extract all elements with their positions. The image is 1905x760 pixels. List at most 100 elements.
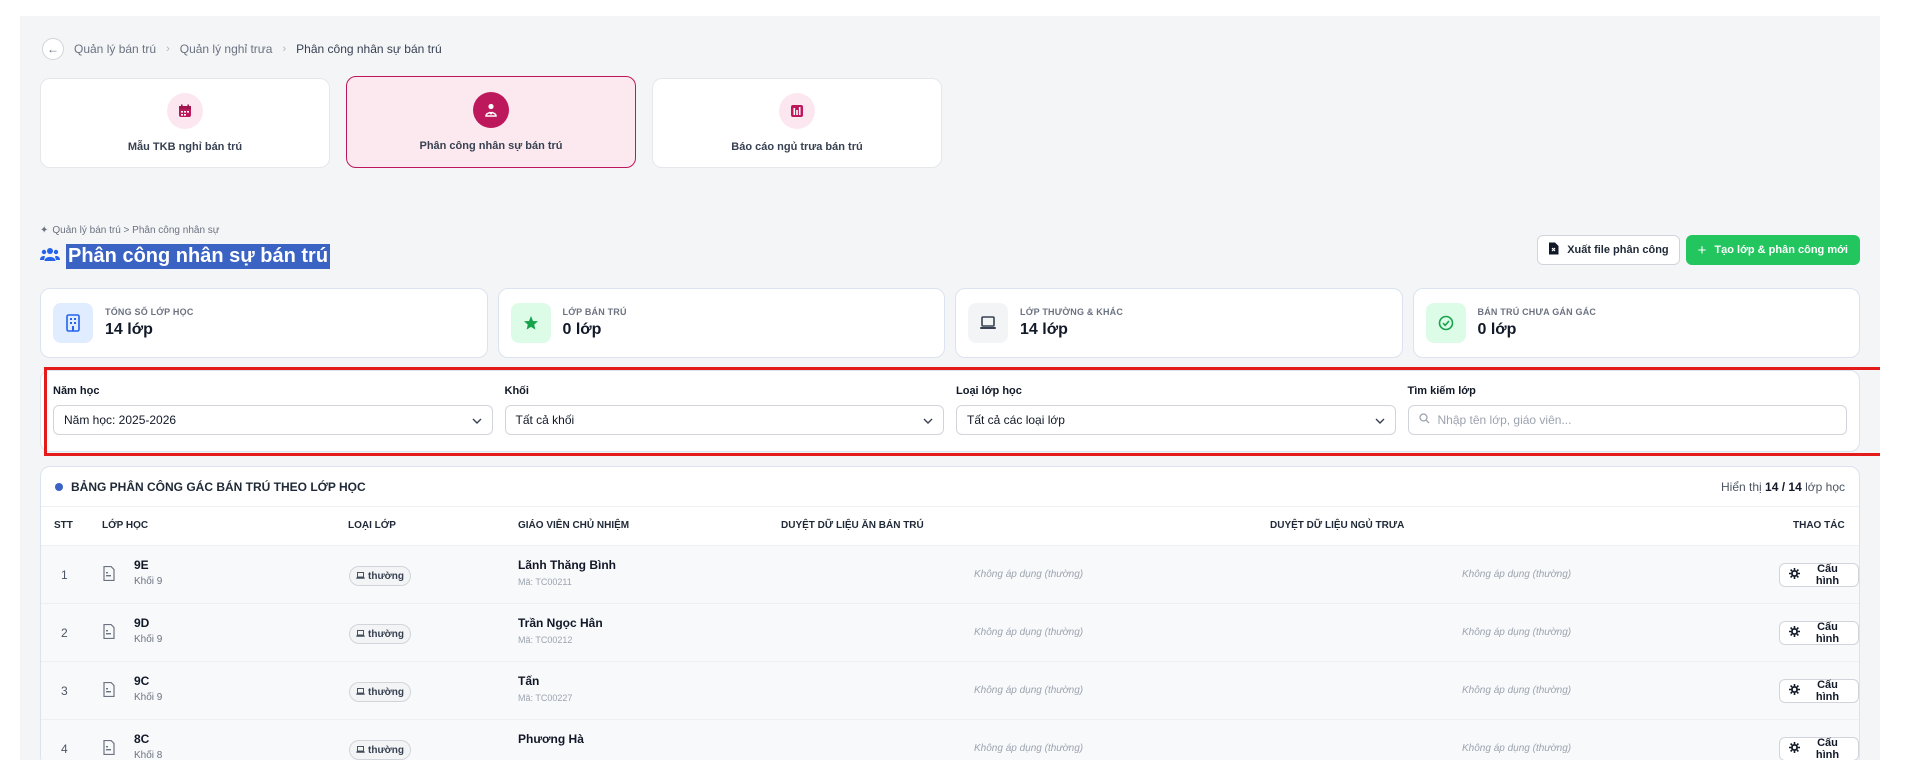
configure-label: Cấu hình (1815, 621, 1840, 645)
row-teacher: Phương Hà (518, 732, 584, 751)
class-type-text: thường (368, 628, 405, 640)
plus-icon: + (1697, 241, 1707, 259)
table-count: Hiển thị 14 / 14 lớp học (1721, 480, 1845, 494)
table-row: 3 9C Khối 9 thường Tấn Mã: TC00227 Không… (41, 661, 1859, 719)
classroom-icon (103, 565, 117, 582)
col-stt: STT (54, 520, 73, 531)
table-column-headers: STT LỚP HỌC LOẠI LỚP GIÁO VIÊN CHỦ NHIỆM… (41, 507, 1859, 545)
module-cards: Mẫu TKB nghỉ bán trú Phân công nhân sự b… (40, 76, 942, 168)
stat-card-regular: Lớp thường & khác 14 lớp (955, 288, 1403, 358)
classroom-icon (103, 623, 117, 640)
row-teacher: Tấn Mã: TC00227 (518, 674, 572, 703)
stat-label: Tổng số lớp học (105, 307, 194, 317)
create-assignment-button[interactable]: + Tạo lớp & phân công mới (1685, 235, 1860, 265)
configure-button[interactable]: Cấu hình (1779, 679, 1859, 703)
stat-value: 14 lớp (105, 321, 153, 338)
class-grade: Khối 9 (134, 634, 163, 645)
back-arrow-icon[interactable]: ← (42, 38, 64, 60)
row-class: 9C Khối 9 (134, 674, 162, 703)
users-icon (40, 246, 60, 267)
stat-value: 0 lớp (1477, 321, 1517, 338)
stats-row: Tổng số lớp học 14 lớp Lớp bán trú 0 lớp… (40, 288, 1860, 358)
teacher-name: Phương Hà (518, 732, 584, 746)
building-icon (53, 303, 93, 343)
stat-card-total: Tổng số lớp học 14 lớp (40, 288, 488, 358)
class-type-badge: thường (349, 682, 412, 702)
stat-label: Lớp bán trú (562, 307, 627, 317)
gear-icon (1789, 742, 1800, 756)
table-body: 1 9E Khối 9 thường Lãnh Thăng Bình Mã: T… (41, 545, 1859, 760)
row-stt: 2 (61, 626, 68, 640)
assignment-table: BẢNG PHÂN CÔNG GÁC BÁN TRÚ THEO LỚP HỌC … (40, 466, 1860, 760)
page-container: ← Quản lý bán trú › Quản lý nghỉ trưa › … (20, 16, 1880, 760)
sub-breadcrumb: ✦ Quản lý bán trú > Phân công nhân sự (40, 225, 219, 236)
configure-label: Cấu hình (1815, 737, 1840, 760)
count-shown: 14 (1765, 479, 1779, 494)
dot-icon (55, 482, 63, 491)
laptop-icon (356, 629, 365, 640)
col-teacher: GIÁO VIÊN CHỦ NHIỆM (518, 520, 630, 531)
breadcrumb-item-nap[interactable]: Quản lý nghỉ trưa (180, 42, 273, 56)
class-name: 9E (134, 558, 149, 572)
laptop-icon (968, 303, 1008, 343)
class-grade: Khối 8 (134, 750, 163, 760)
count-separator: / (1781, 479, 1786, 494)
sub-breadcrumb-text: Quản lý bán trú > Phân công nhân sự (52, 225, 220, 236)
configure-label: Cấu hình (1815, 679, 1840, 703)
class-grade: Khối 9 (134, 576, 163, 587)
nap-approval-status: Không áp dụng (thường) (1462, 627, 1572, 638)
page-title-row: Phân công nhân sự bán trú (40, 244, 331, 269)
class-type-text: thường (368, 686, 405, 698)
nap-approval-status: Không áp dụng (thường) (1462, 743, 1572, 754)
create-button-label: Tạo lớp & phân công mới (1714, 244, 1848, 256)
configure-button[interactable]: Cấu hình (1779, 621, 1859, 645)
configure-button[interactable]: Cấu hình (1779, 737, 1859, 760)
laptop-icon (356, 745, 365, 756)
count-suffix: lớp học (1805, 479, 1845, 494)
classroom-icon (103, 739, 117, 756)
laptop-icon (356, 687, 365, 698)
breadcrumb-item-home[interactable]: Quản lý bán trú (74, 42, 156, 56)
classroom-icon (103, 681, 117, 698)
class-grade: Khối 9 (134, 692, 163, 703)
table-row: 2 9D Khối 9 thường Trần Ngọc Hân Mã: TC0… (41, 603, 1859, 661)
calendar-icon (167, 93, 203, 129)
row-class: 8C Khối 8 (134, 732, 162, 760)
table-row: 1 9E Khối 9 thường Lãnh Thăng Bình Mã: T… (41, 545, 1859, 603)
module-card-assign[interactable]: Phân công nhân sự bán trú (346, 76, 636, 168)
stat-value: 0 lớp (562, 321, 602, 338)
stat-label: Lớp thường & khác (1020, 307, 1124, 317)
module-card-label: Mẫu TKB nghỉ bán trú (127, 141, 243, 153)
page-title: Phân công nhân sự bán trú (66, 244, 331, 269)
meal-approval-status: Không áp dụng (thường) (974, 743, 1084, 754)
report-icon (779, 93, 815, 129)
module-card-template[interactable]: Mẫu TKB nghỉ bán trú (40, 78, 330, 168)
check-circle-icon (1425, 303, 1466, 343)
col-action: THAO TÁC (1793, 520, 1845, 531)
teacher-code: Mã: TC00227 (518, 693, 573, 703)
stat-card-boarding: Lớp bán trú 0 lớp (497, 288, 945, 358)
breadcrumb: ← Quản lý bán trú › Quản lý nghỉ trưa › … (42, 38, 442, 60)
highlight-outline (44, 367, 1880, 456)
class-name: 8C (134, 732, 150, 746)
configure-button[interactable]: Cấu hình (1779, 563, 1859, 587)
row-stt: 4 (61, 742, 68, 756)
row-teacher: Lãnh Thăng Bình Mã: TC00211 (518, 558, 616, 587)
export-button[interactable]: Xuất file phân công (1537, 235, 1680, 265)
teacher-code: Mã: TC00211 (518, 577, 572, 587)
row-teacher: Trần Ngọc Hân Mã: TC00212 (518, 616, 603, 645)
class-name: 9D (134, 616, 150, 630)
teacher-name: Lãnh Thăng Bình (518, 558, 616, 572)
table-row: 4 8C Khối 8 thường Phương Hà Không áp dụ… (41, 719, 1859, 760)
meal-approval-status: Không áp dụng (thường) (974, 685, 1084, 696)
teacher-name: Trần Ngọc Hân (518, 616, 603, 630)
breadcrumb-separator: › (282, 43, 287, 55)
meal-approval-status: Không áp dụng (thường) (974, 627, 1084, 638)
nap-approval-status: Không áp dụng (thường) (1462, 685, 1572, 696)
col-nap: DUYỆT DỮ LIỆU NGỦ TRƯA (1270, 520, 1405, 531)
row-stt: 3 (61, 684, 68, 698)
file-export-icon (1548, 242, 1559, 258)
row-class: 9D Khối 9 (134, 616, 162, 645)
module-card-report[interactable]: Báo cáo ngủ trưa bán trú (652, 78, 942, 168)
laptop-icon (356, 571, 365, 582)
